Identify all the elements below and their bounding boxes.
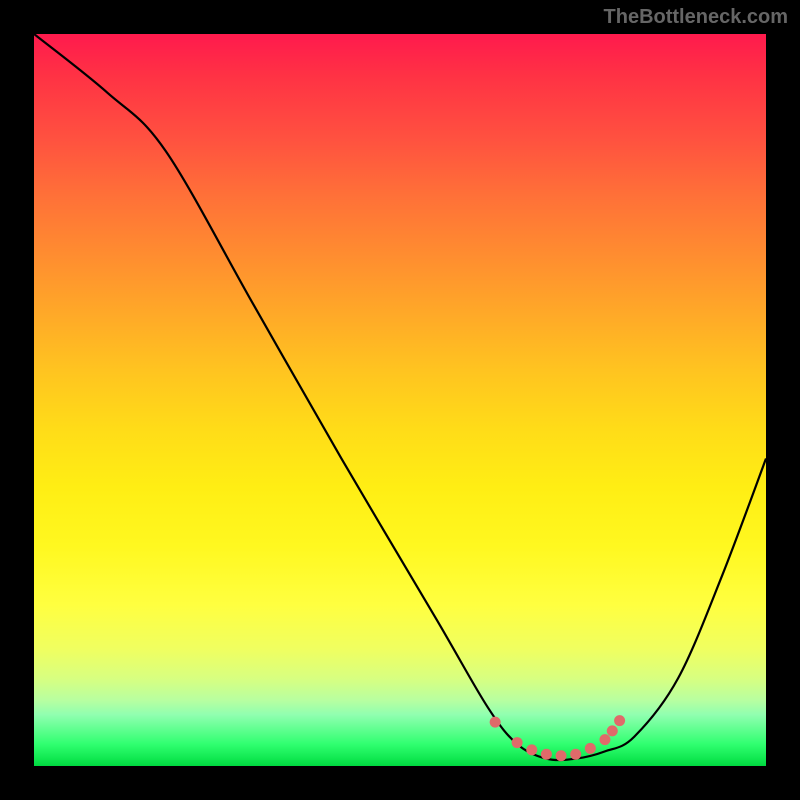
marker-dot [556, 750, 567, 761]
marker-dot [614, 715, 625, 726]
marker-dot [490, 717, 501, 728]
marker-dot [526, 744, 537, 755]
bottleneck-curve [34, 34, 766, 760]
marker-dot [607, 725, 618, 736]
chart-container: TheBottleneck.com [0, 0, 800, 800]
watermark-text: TheBottleneck.com [604, 6, 788, 29]
plot-area [34, 34, 766, 766]
marker-dot [570, 749, 581, 760]
marker-dot [585, 743, 596, 754]
marker-dot [512, 737, 523, 748]
marker-dot [599, 734, 610, 745]
curve-svg [34, 34, 766, 766]
marker-dot [541, 749, 552, 760]
